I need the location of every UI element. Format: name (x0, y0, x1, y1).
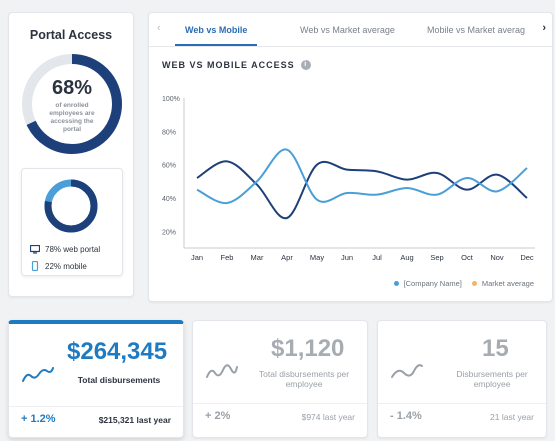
stat-change: + 1.2% (21, 413, 56, 425)
stat-divider (9, 406, 183, 407)
y-tick-label: 80% (162, 129, 176, 136)
device-split-donut (44, 179, 98, 233)
chart-legend: [Company Name] Market average (393, 279, 534, 288)
mobile-legend: 22% mobile (30, 261, 87, 271)
chart-title: WEB VS MOBILE ACCESS i (162, 60, 311, 70)
legend-company: [Company Name] (393, 279, 462, 288)
y-tick-label: 20% (162, 229, 176, 236)
trend-icon (206, 364, 238, 378)
stat-label: Total disbursements per employee (258, 369, 350, 389)
stat-label: Total disbursements (77, 375, 161, 385)
y-tick-label: 40% (162, 196, 176, 203)
chart-tabs: ‹ Web vs Mobile Web vs Market average Mo… (149, 13, 552, 47)
stat-value: $264,345 (67, 338, 168, 365)
y-tick-label: 60% (162, 163, 176, 170)
legend-market-label: Market average (481, 279, 534, 288)
stat-last-year: 21 last year (490, 412, 534, 422)
x-tick-label: Jul (372, 253, 382, 262)
mobile-label: 22% mobile (45, 261, 87, 271)
line-chart: 100% 80% 60% 40% 20% Jan Feb Mar Apr May Jun Jul Aug… (162, 96, 535, 262)
stat-value: $1,120 (271, 335, 345, 362)
x-tick-label: Jan (191, 253, 203, 262)
legend-company-dot (393, 281, 399, 286)
x-tick-label: Dec (520, 253, 534, 262)
legend-company-label: [Company Name] (403, 279, 462, 288)
stat-divider (193, 403, 367, 404)
x-tick-label: Oct (461, 253, 474, 262)
stat-divider (378, 403, 546, 404)
stat-value: 15 (482, 335, 509, 362)
info-icon[interactable]: i (300, 60, 311, 70)
portal-access-subtitle: of enrolled employees are accessing the … (49, 102, 95, 133)
portal-title: Portal Access (29, 28, 113, 42)
stat-change: - 1.4% (390, 410, 422, 422)
tab-next-icon[interactable]: › (540, 22, 548, 34)
legend-market: Market average (471, 279, 534, 288)
x-tick-label: Jun (341, 253, 353, 262)
x-tick-label: Feb (221, 253, 234, 262)
stat-last-year: $974 last year (301, 412, 355, 422)
active-tab-indicator (175, 44, 257, 46)
tab-mobile-vs-market[interactable]: Mobile vs Market averag (427, 25, 525, 35)
device-breakdown-card: 78% web portal 22% mobile (21, 168, 123, 276)
trend-icon (22, 367, 54, 382)
stat-card-total-disbursements[interactable]: $264,345 Total disbursements + 1.2% $215… (8, 320, 184, 438)
tab-web-vs-market[interactable]: Web vs Market average (300, 25, 395, 35)
x-tick-label: Mar (251, 253, 264, 262)
y-tick-label: 100% (162, 96, 180, 103)
x-tick-label: Nov (490, 253, 504, 262)
stat-last-year: $215,321 last year (98, 415, 171, 425)
tab-web-vs-mobile[interactable]: Web vs Mobile (185, 25, 247, 35)
stat-change: + 2% (205, 410, 231, 422)
trend-icon (391, 364, 423, 378)
x-tick-label: Apr (281, 253, 293, 262)
stat-card-per-employee[interactable]: $1,120 Total disbursements per employee … (192, 320, 368, 438)
web-portal-legend: 78% web portal (30, 245, 100, 254)
x-tick-label: May (310, 253, 324, 262)
monitor-icon (30, 245, 40, 254)
legend-market-dot (471, 281, 477, 286)
tab-prev-icon[interactable]: ‹ (157, 22, 161, 34)
web-portal-label: 78% web portal (45, 245, 101, 254)
stat-card-disbursements-per-employee[interactable]: 15 Disbursements per employee - 1.4% 21 … (377, 320, 547, 438)
chart-heading: WEB VS MOBILE ACCESS (162, 60, 295, 70)
stat-label: Disbursements per employee (456, 369, 528, 389)
portal-access-percent: 68% (51, 77, 93, 99)
x-tick-label: Sep (430, 253, 443, 262)
access-chart-card: ‹ Web vs Mobile Web vs Market average Mo… (148, 12, 553, 302)
x-tick-label: Aug (400, 253, 413, 262)
series-line-1 (196, 148, 528, 205)
portal-access-card: Portal Access 68% of enrolled employees … (8, 12, 134, 297)
phone-icon (31, 261, 39, 271)
